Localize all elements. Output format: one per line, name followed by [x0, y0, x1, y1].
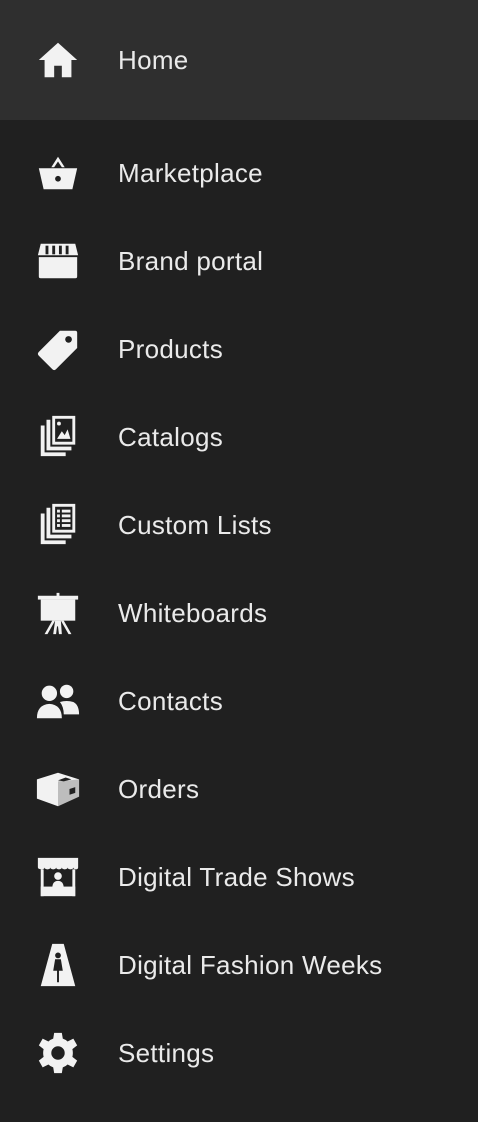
- catalog-images-icon: [32, 411, 84, 463]
- basket-icon: [32, 147, 84, 199]
- sidebar-item-label: Digital Trade Shows: [118, 861, 355, 892]
- sidebar-item-label: Marketplace: [118, 157, 263, 188]
- users-icon: [32, 675, 84, 727]
- sidebar-item-catalogs[interactable]: Catalogs: [0, 393, 478, 481]
- sidebar-nav: Home Marketplace Brand portal Products C…: [0, 0, 478, 1122]
- list-document-icon: [32, 499, 84, 551]
- sidebar-item-label: Products: [118, 333, 224, 364]
- sidebar-item-brand-portal[interactable]: Brand portal: [0, 217, 478, 305]
- sidebar-item-digital-fashion-weeks[interactable]: Digital Fashion Weeks: [0, 921, 478, 1009]
- sidebar-item-label: Orders: [118, 773, 200, 804]
- sidebar-item-marketplace[interactable]: Marketplace: [0, 129, 478, 217]
- sidebar-item-label: Settings: [118, 1037, 215, 1068]
- runway-model-icon: [32, 939, 84, 991]
- sidebar-item-digital-trade-shows[interactable]: Digital Trade Shows: [0, 833, 478, 921]
- sidebar-item-label: Digital Fashion Weeks: [118, 949, 383, 980]
- tag-icon: [32, 323, 84, 375]
- sidebar-item-label: Catalogs: [118, 421, 224, 452]
- easel-board-icon: [32, 587, 84, 639]
- sidebar-item-contacts[interactable]: Contacts: [0, 657, 478, 745]
- sidebar-item-settings[interactable]: Settings: [0, 1009, 478, 1097]
- sidebar-item-label: Home: [118, 44, 189, 75]
- storefront-icon: [32, 235, 84, 287]
- sidebar-item-orders[interactable]: Orders: [0, 745, 478, 833]
- sidebar-item-whiteboards[interactable]: Whiteboards: [0, 569, 478, 657]
- sidebar-item-custom-lists[interactable]: Custom Lists: [0, 481, 478, 569]
- gear-icon: [32, 1027, 84, 1079]
- home-icon: [32, 34, 84, 86]
- market-stand-icon: [32, 851, 84, 903]
- sidebar-item-label: Contacts: [118, 685, 224, 716]
- sidebar-item-products[interactable]: Products: [0, 305, 478, 393]
- sidebar-item-home[interactable]: Home: [0, 0, 478, 120]
- sidebar-item-label: Brand portal: [118, 245, 264, 276]
- package-box-icon: [32, 763, 84, 815]
- sidebar-item-label: Whiteboards: [118, 597, 268, 628]
- sidebar-item-label: Custom Lists: [118, 509, 272, 540]
